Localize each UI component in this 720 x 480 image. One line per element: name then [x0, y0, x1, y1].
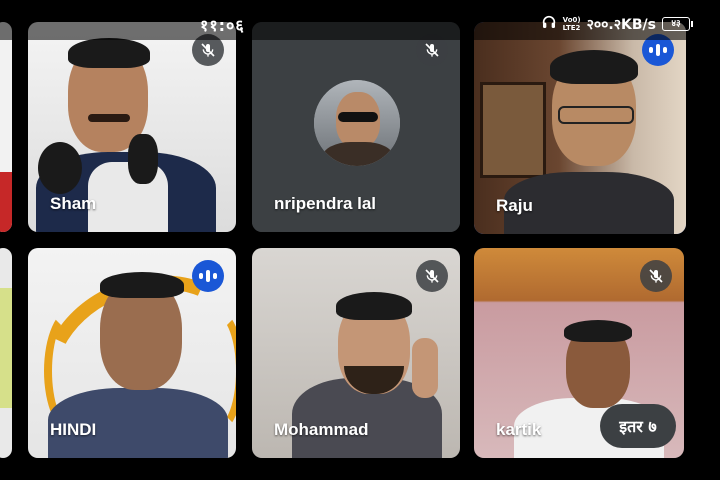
participant-name: Mohammad [274, 420, 369, 439]
mic-off-icon [640, 260, 672, 292]
participant-name: HINDI [50, 420, 97, 439]
partial-tile-left-bottom [0, 248, 12, 458]
participant-tile-raju[interactable]: Raju [474, 22, 686, 234]
status-icons: Vo0) LTE2 २००.२KB/s ४३ [541, 14, 693, 34]
battery-icon: ४३ [662, 17, 693, 31]
participant-name: kartik [496, 420, 542, 439]
status-time: ११:०६ [200, 16, 245, 35]
participant-name: Sham [50, 194, 97, 213]
participant-tile-hindi[interactable]: HINDI [28, 248, 236, 458]
participant-name: nripendra lal [274, 194, 377, 213]
headphones-icon [541, 14, 557, 34]
speaking-indicator-icon [192, 260, 224, 292]
participant-tile-nripendra[interactable]: nripendra lal [252, 22, 460, 232]
participant-tile-mohammad[interactable]: Mohammad [252, 248, 460, 458]
network-indicator: Vo0) LTE2 [562, 16, 581, 32]
participant-name: Raju [496, 196, 533, 215]
status-bar: ११:०६ Vo0) LTE2 २००.२KB/s ४३ [0, 0, 720, 40]
others-button[interactable]: इतर ७ [600, 404, 676, 448]
participant-tile-sham[interactable]: Sham [28, 22, 236, 232]
mic-off-icon [416, 260, 448, 292]
partial-tile-left-top [0, 22, 12, 232]
network-speed: २००.२KB/s [586, 16, 656, 33]
avatar [314, 80, 400, 166]
